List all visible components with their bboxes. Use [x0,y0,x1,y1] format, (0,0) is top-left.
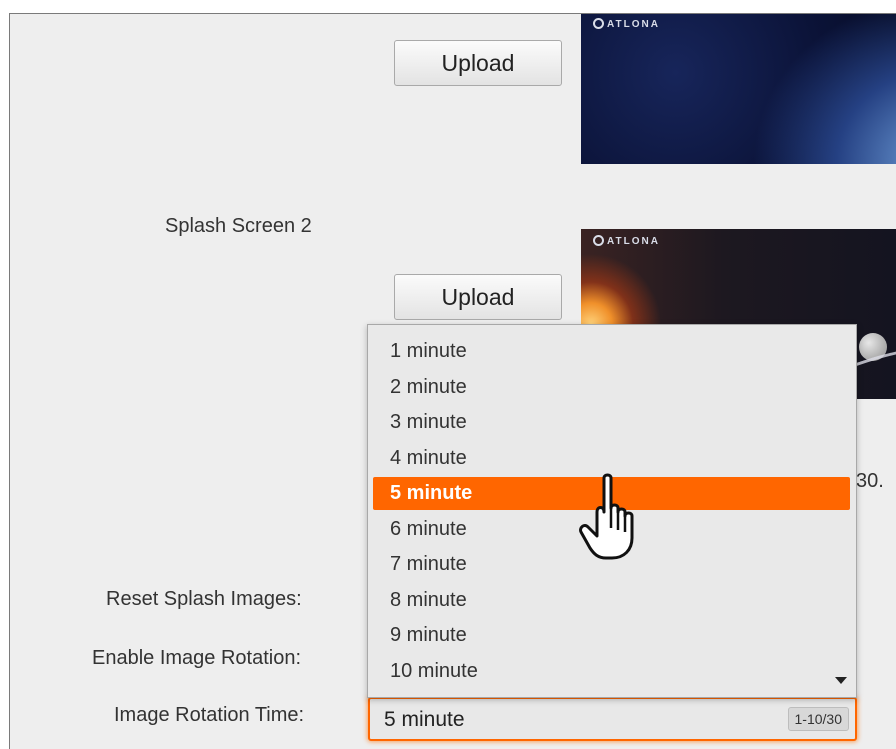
hand-pointer-icon [579,473,634,560]
upload-button-splash-2[interactable]: Upload [394,274,562,320]
dropdown-option[interactable]: 10 minute [373,655,850,688]
clipped-help-text: 30. [856,470,884,492]
image-rotation-time-label: Image Rotation Time: [114,704,305,726]
image-rotation-time-select[interactable]: 5 minute 1-10/30 [368,697,857,741]
select-current-value: 5 minute [384,708,465,731]
dropdown-option[interactable]: 4 minute [373,442,850,475]
dropdown-option[interactable]: 3 minute [373,406,850,439]
upload-button-splash-1[interactable]: Upload [394,40,562,86]
dropdown-option[interactable]: 9 minute [373,619,850,652]
enable-image-rotation-label: Enable Image Rotation: [92,647,302,669]
splash-screen-2-label: Splash Screen 2 [165,215,312,237]
logo-ring-icon [593,18,604,29]
reset-splash-images-label: Reset Splash Images: [106,588,302,610]
settings-panel: Upload ATLONA Splash Screen 2 ATLONA Upl… [9,13,896,749]
logo-ring-icon [593,235,604,246]
dropdown-option[interactable]: 8 minute [373,584,850,617]
scroll-down-arrow-icon[interactable] [835,677,847,684]
range-badge: 1-10/30 [787,707,849,731]
atlona-logo: ATLONA [593,18,660,30]
splash-image-1-thumbnail: ATLONA [581,14,896,164]
dropdown-option[interactable]: 2 minute [373,371,850,404]
atlona-logo: ATLONA [593,235,660,247]
dropdown-option[interactable]: 1 minute [373,335,850,368]
